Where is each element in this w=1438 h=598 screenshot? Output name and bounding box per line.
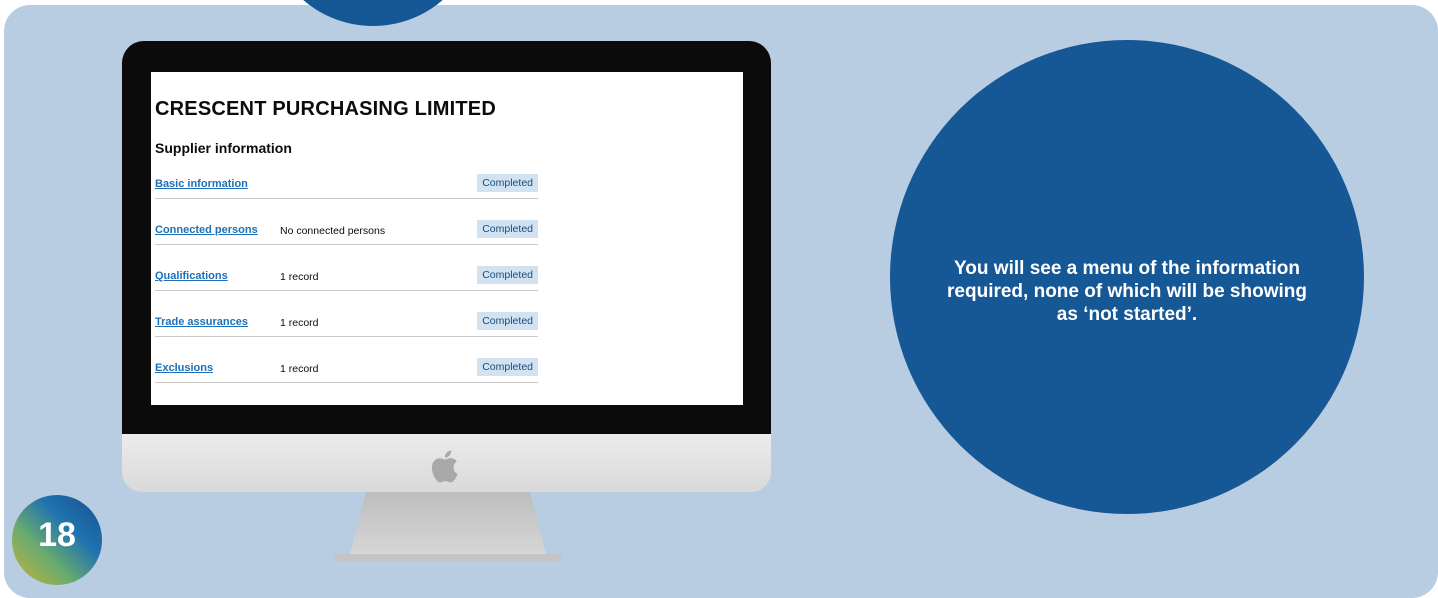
monitor-screen: CRESCENT PURCHASING LIMITED Supplier inf…: [151, 72, 743, 405]
trade-assurances-link[interactable]: Trade assurances: [155, 316, 248, 328]
step-badge: 18: [12, 495, 102, 585]
callout-text: You will see a menu of the information r…: [947, 258, 1307, 325]
status-badge: Completed: [477, 266, 538, 284]
connected-persons-link[interactable]: Connected persons: [155, 224, 258, 236]
organisation-title: CRESCENT PURCHASING LIMITED: [155, 98, 496, 120]
status-badge: Completed: [477, 312, 538, 330]
section-title: Supplier information: [155, 140, 292, 156]
status-badge: Completed: [477, 220, 538, 238]
table-row: Qualifications 1 record Completed: [155, 265, 538, 291]
table-row: Trade assurances 1 record Completed: [155, 311, 538, 337]
basic-information-link[interactable]: Basic information: [155, 178, 248, 190]
qualifications-link[interactable]: Qualifications: [155, 270, 228, 282]
exclusions-link[interactable]: Exclusions: [155, 362, 213, 374]
table-row: Exclusions 1 record Completed: [155, 357, 538, 383]
row-value: 1 record: [280, 317, 319, 329]
monitor-stand: [334, 492, 562, 561]
table-row: Basic information Completed: [155, 173, 538, 199]
row-value: 1 record: [280, 271, 319, 283]
step-number: 18: [38, 516, 76, 554]
row-value: No connected persons: [280, 225, 386, 237]
table-row: Connected persons No connected persons C…: [155, 219, 538, 245]
row-value: 1 record: [280, 363, 319, 375]
status-badge: Completed: [477, 174, 538, 192]
status-badge: Completed: [477, 358, 538, 376]
slide: CRESCENT PURCHASING LIMITED Supplier inf…: [0, 0, 1438, 598]
apple-logo-icon: [431, 450, 458, 483]
